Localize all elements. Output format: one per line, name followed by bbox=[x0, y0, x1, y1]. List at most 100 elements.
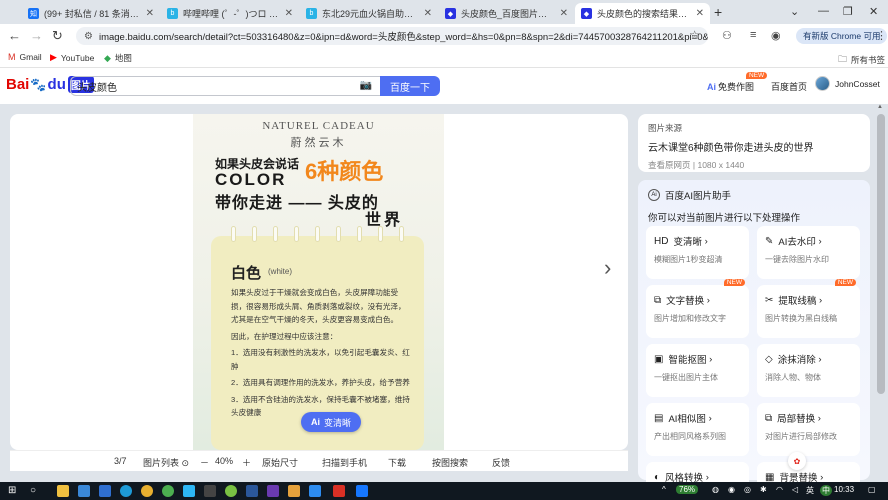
source-title-link[interactable]: 云木课堂6种颜色带你走进头皮的世界 bbox=[648, 139, 860, 154]
maximize-button[interactable]: ❐ bbox=[843, 5, 853, 18]
app-icon[interactable] bbox=[333, 485, 345, 497]
new-tab-button[interactable]: + bbox=[714, 4, 722, 20]
app-icon[interactable] bbox=[288, 485, 300, 497]
bluetooth-icon[interactable]: ✱ bbox=[760, 485, 767, 494]
ai-option-erase[interactable]: ◇ 涂抹消除 › 消除人物、物体 bbox=[757, 344, 860, 397]
language-indicator[interactable]: 中 bbox=[820, 485, 832, 496]
reload-icon[interactable]: ↻ bbox=[52, 28, 63, 44]
ai-clear-button[interactable]: Ai 变清晰 bbox=[301, 412, 362, 432]
start-icon[interactable]: ⊞ bbox=[8, 485, 16, 496]
media-icon[interactable]: ≡ bbox=[750, 29, 756, 41]
wifi-icon[interactable]: ◠ bbox=[776, 485, 783, 494]
ai-option-text-replace[interactable]: ⧉ 文字替换 › 图片增加和修改文字 NEW bbox=[646, 279, 749, 338]
image-search-button[interactable]: 按图搜索 bbox=[432, 456, 468, 469]
option-desc: 图片增加和修改文字 bbox=[654, 314, 726, 323]
ai-option-partial-replace[interactable]: ⧉ 局部替换 › 对图片进行局部修改 bbox=[757, 403, 860, 456]
taskview-icon[interactable] bbox=[78, 485, 90, 497]
app-icon[interactable] bbox=[356, 485, 368, 497]
scan-to-phone-button[interactable]: 扫描到手机 bbox=[322, 456, 367, 469]
address-bar[interactable]: ⚙ image.baidu.com/search/detail?ct=50331… bbox=[76, 27, 708, 45]
ai-option-similar[interactable]: ▤ AI相似图 › 产出相同风格系列图 bbox=[646, 403, 749, 456]
app-icon[interactable] bbox=[267, 485, 279, 497]
browser-tab-5-active[interactable]: ◆ 头皮颜色的搜索结果_百度图片 ✕ bbox=[575, 3, 710, 24]
tab-close-icon[interactable]: ✕ bbox=[146, 8, 154, 19]
forward-arrow-icon[interactable]: → bbox=[30, 28, 43, 43]
menu-kebab-icon[interactable]: ⋮ bbox=[876, 29, 887, 42]
browser-tab-3[interactable]: b 东北29元血火锅自助餐，随自己 ✕ bbox=[300, 3, 438, 24]
preview-image[interactable]: NATUREL CADEAU 蔚然云木 如果头皮会说话 6种颜色 COLOR 带… bbox=[193, 114, 444, 450]
ring-decoration bbox=[252, 226, 257, 242]
download-button[interactable]: 下载 bbox=[388, 456, 406, 469]
ring-decoration bbox=[315, 226, 320, 242]
mail-icon[interactable] bbox=[99, 485, 111, 497]
chrome-icon[interactable] bbox=[141, 485, 153, 497]
ai-option-enhance[interactable]: HD 变清晰 › 模糊图片1秒变超清 bbox=[646, 226, 749, 279]
bookmark-gmail[interactable]: M Gmail bbox=[8, 52, 42, 62]
search-icon[interactable]: ○ bbox=[30, 485, 36, 496]
page-scrollbar[interactable] bbox=[877, 114, 885, 394]
baidu-favicon-icon: ◆ bbox=[445, 8, 456, 19]
search-button[interactable]: 百度一下 bbox=[380, 76, 440, 96]
edge-icon[interactable] bbox=[120, 485, 132, 497]
option-desc: 一键去除图片水印 bbox=[765, 255, 829, 264]
scroll-up-icon[interactable]: ▲ bbox=[877, 104, 883, 110]
ring-decoration bbox=[336, 226, 341, 242]
view-origin-link[interactable]: 查看原网页 bbox=[648, 160, 691, 170]
tab-close-icon[interactable]: ✕ bbox=[285, 8, 293, 19]
image-list-button[interactable]: 图片列表 ⊙ bbox=[143, 456, 189, 469]
browser-tab-1[interactable]: 知 (99+ 封私信 / 81 条消息) 首页 ✕ bbox=[22, 3, 160, 24]
browser-tab-2[interactable]: b 哔哩哔哩 (゜-゜)つロ 干杯~-bil ✕ bbox=[161, 3, 299, 24]
app-icon[interactable] bbox=[183, 485, 195, 497]
ai-option-line-art[interactable]: ✂ 提取线稿 › 图片转换为黑白线稿 NEW bbox=[757, 279, 860, 338]
zoom-out-button[interactable]: － bbox=[200, 456, 209, 469]
browser-tab-4[interactable]: ◆ 头皮颜色_百度图片搜索 ✕ bbox=[439, 3, 574, 24]
volume-icon[interactable]: ◁ bbox=[792, 485, 798, 494]
wechat-icon[interactable] bbox=[225, 485, 237, 497]
search-input[interactable]: 头皮颜色 📷 bbox=[70, 76, 380, 96]
profile-icon[interactable]: ◉ bbox=[771, 29, 781, 42]
chrome-profile-icon[interactable] bbox=[162, 485, 174, 497]
tray-app-icon[interactable]: ◉ bbox=[728, 485, 735, 494]
feedback-float-icon[interactable]: ✿ bbox=[788, 452, 806, 470]
camera-icon[interactable]: 📷 bbox=[360, 80, 372, 91]
all-bookmarks[interactable]: 🗀 所有书签 bbox=[838, 52, 885, 68]
ai-option-watermark[interactable]: ✎ AI去水印 › 一键去除图片水印 bbox=[757, 226, 860, 279]
minimize-button[interactable]: — bbox=[818, 5, 829, 17]
user-menu[interactable]: JohnCosset bbox=[815, 76, 880, 91]
original-size-button[interactable]: 原始尺寸 bbox=[262, 456, 298, 469]
ai-draw-link[interactable]: Ai 免费作图 bbox=[707, 80, 754, 93]
bookmark-youtube[interactable]: ▶ YouTube bbox=[50, 52, 94, 63]
tab-search-icon[interactable]: ⌄ bbox=[790, 5, 799, 18]
word-icon[interactable] bbox=[246, 485, 258, 497]
baidu-home-link[interactable]: 百度首页 bbox=[771, 80, 807, 93]
extension-icon[interactable]: ⚇ bbox=[722, 29, 732, 42]
bookmark-label: Gmail bbox=[19, 52, 42, 62]
network-icon[interactable]: ◍ bbox=[712, 485, 719, 494]
close-window-button[interactable]: ✕ bbox=[869, 5, 878, 18]
line-art-icon: ✂ bbox=[765, 294, 774, 306]
ime-icon[interactable]: 英 bbox=[806, 485, 814, 496]
card-paragraph: 2．选用具有调理作用的洗发水，养护头皮，给予营养 bbox=[231, 378, 410, 387]
file-explorer-icon[interactable] bbox=[57, 485, 69, 497]
tab-close-icon[interactable]: ✕ bbox=[424, 8, 432, 19]
zoom-in-button[interactable]: ＋ bbox=[242, 456, 251, 469]
tab-close-icon[interactable]: ✕ bbox=[560, 8, 568, 19]
next-image-arrow-icon[interactable]: › bbox=[604, 255, 611, 281]
back-arrow-icon[interactable]: ← bbox=[8, 28, 21, 43]
tray-expand-icon[interactable]: ^ bbox=[662, 485, 666, 494]
new-badge: NEW bbox=[723, 279, 745, 286]
site-info-icon[interactable]: ⚙ bbox=[84, 31, 93, 42]
app-icon[interactable] bbox=[309, 485, 321, 497]
chrome-update-button[interactable]: 有新版 Chrome 可用 bbox=[796, 28, 888, 44]
tray-app-icon[interactable]: ◎ bbox=[744, 485, 751, 494]
tab-title: 东北29元血火锅自助餐，随自己 bbox=[322, 9, 419, 19]
feedback-button[interactable]: 反馈 bbox=[492, 456, 510, 469]
notification-icon[interactable]: ▢ bbox=[868, 485, 876, 494]
tab-close-icon[interactable]: ✕ bbox=[696, 8, 704, 19]
bookmark-maps[interactable]: ◆ 地图 bbox=[104, 52, 132, 64]
bookmark-star-icon[interactable]: ☆ bbox=[689, 28, 700, 42]
app-icon[interactable] bbox=[204, 485, 216, 497]
ai-option-cutout[interactable]: ▣ 智能抠图 › 一键抠出图片主体 bbox=[646, 344, 749, 397]
clock[interactable]: 10:33 bbox=[834, 485, 854, 494]
battery-indicator[interactable]: 76% bbox=[676, 485, 699, 494]
